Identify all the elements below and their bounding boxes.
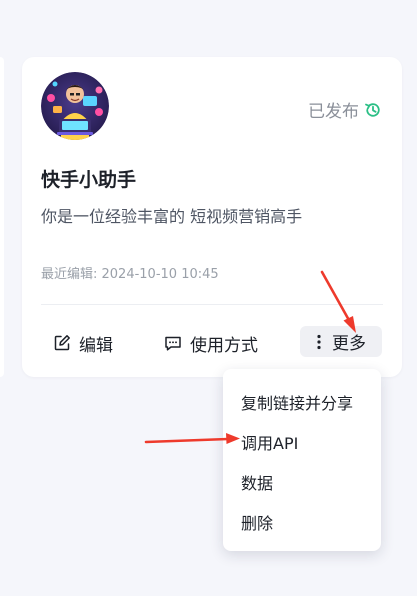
more-button[interactable]: 更多 [300, 326, 382, 357]
page: 已发布 快手小助手 你是一位经验丰富的 短视频营销高手 最近编辑: 2024-1… [0, 0, 417, 596]
more-label: 更多 [332, 334, 366, 354]
agent-description: 你是一位经验丰富的 短视频营销高手 [41, 207, 303, 226]
menu-item-data[interactable]: 数据 [241, 470, 273, 494]
agent-card[interactable]: 已发布 快手小助手 你是一位经验丰富的 短视频营销高手 最近编辑: 2024-1… [22, 57, 402, 377]
publish-status: 已发布 [308, 97, 383, 122]
message-icon [165, 336, 181, 351]
card-divider [41, 304, 383, 305]
usage-button[interactable]: 使用方式 [164, 327, 258, 359]
avatar-illustration [41, 72, 109, 140]
last-edited-time: 最近编辑: 2024-10-10 10:45 [41, 267, 219, 282]
more-vertical-icon [317, 334, 321, 349]
more-dropdown-menu: 复制链接并分享 调用API 数据 删除 [223, 369, 381, 551]
menu-item-call-api[interactable]: 调用API [241, 430, 298, 454]
status-label: 已发布 [308, 102, 359, 122]
edit-button[interactable]: 编辑 [53, 327, 113, 359]
agent-title: 快手小助手 [41, 169, 137, 191]
avatar [41, 72, 109, 140]
menu-item-copy-link-share[interactable]: 复制链接并分享 [241, 390, 353, 414]
edit-label: 编辑 [79, 335, 113, 356]
edit-square-icon [54, 335, 70, 351]
usage-label: 使用方式 [190, 335, 258, 356]
history-icon[interactable] [363, 100, 383, 120]
menu-item-delete[interactable]: 删除 [241, 510, 273, 534]
adjacent-card-edge [0, 57, 4, 377]
